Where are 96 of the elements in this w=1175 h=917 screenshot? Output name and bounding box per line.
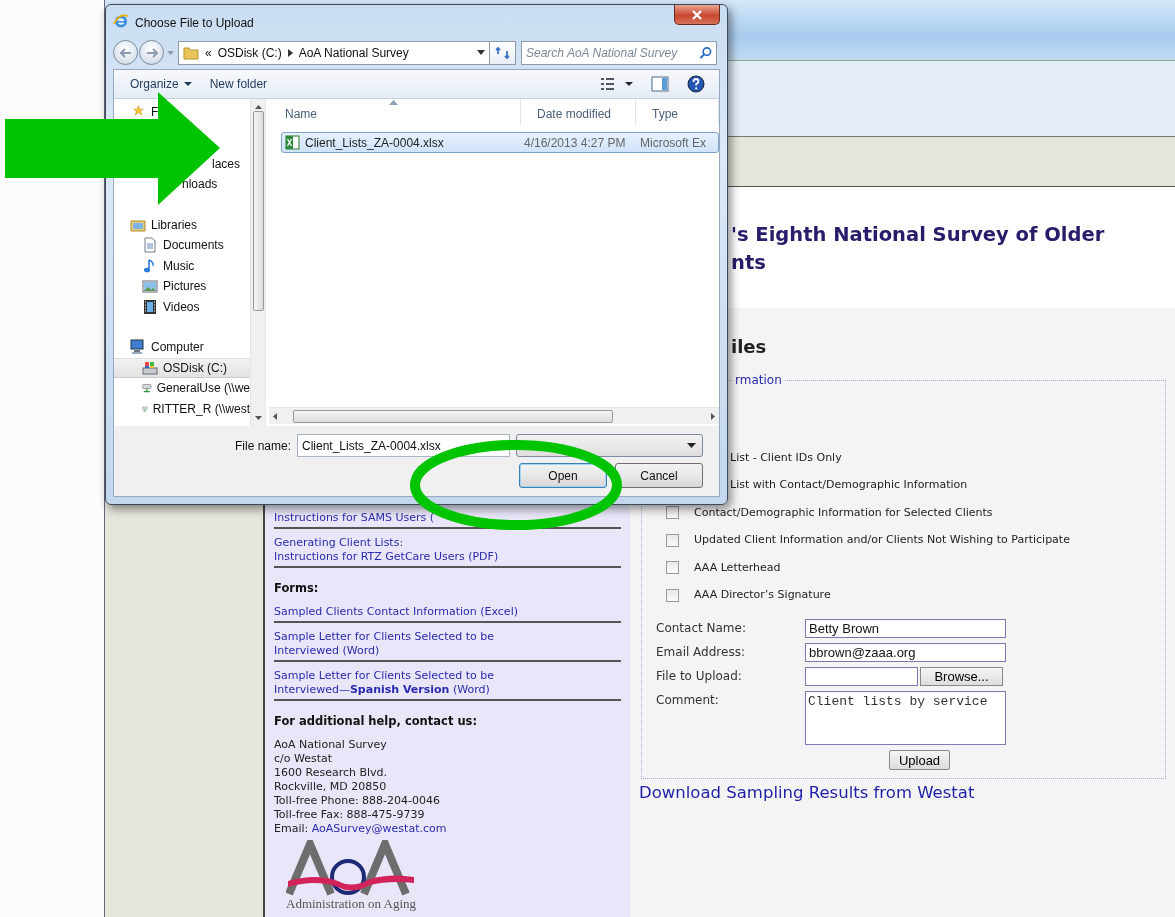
scroll-up-icon[interactable] xyxy=(254,105,262,109)
checkbox[interactable] xyxy=(666,561,679,575)
star-icon xyxy=(133,105,144,117)
scrollbar[interactable] xyxy=(269,407,719,424)
refresh-icon xyxy=(494,45,511,60)
nav-item[interactable]: Computer xyxy=(114,337,250,358)
breadcrumb-overflow[interactable]: « xyxy=(205,43,212,62)
menu-button[interactable]: Organize xyxy=(124,75,198,93)
logo-caption: Administration on Aging xyxy=(286,896,416,911)
option-label: List - Client IDs Only xyxy=(730,449,842,466)
dialog-title: Choose File to Upload xyxy=(135,15,254,32)
help-icon xyxy=(687,75,705,93)
scroll-down-icon[interactable] xyxy=(254,416,262,420)
pane-icon xyxy=(651,76,669,92)
caret-icon xyxy=(183,82,192,86)
field-label: Comment: xyxy=(656,692,720,709)
nav-item[interactable]: GeneralUse (\\we xyxy=(114,378,250,399)
sidebar-heading: For additional help, contact us: xyxy=(274,714,478,728)
option-label: Contact/Demographic Information for Selected Clients xyxy=(694,504,993,521)
comment-field[interactable]: Client lists by service xyxy=(805,691,1006,745)
option-label: AAA Director’s Signature xyxy=(694,587,831,603)
file-row[interactable]: Client_Lists_ZA-0004.xlsx 4/16/2013 4:27 PM Microsoft Ex xyxy=(281,132,719,153)
scroll-right-icon[interactable] xyxy=(711,412,715,420)
list-view-icon xyxy=(601,78,633,90)
text-field[interactable]: bbrown@zaaa.org xyxy=(805,643,1006,662)
section-title: iles xyxy=(731,336,768,358)
nav-item[interactable]: RITTER_R (\\west xyxy=(114,398,250,419)
nav-item[interactable]: Libraries xyxy=(114,214,250,235)
sidebar-link[interactable]: Sample Letter for Clients Selected to be Interviewed (Word) xyxy=(274,630,621,658)
file-path-field[interactable] xyxy=(805,667,918,686)
right-arrow-icon xyxy=(145,47,158,58)
image-icon xyxy=(142,278,158,295)
column-header[interactable]: Name xyxy=(269,99,521,125)
file-name: Client_Lists_ZA-0004.xlsx xyxy=(305,134,444,152)
upload-button[interactable]: Upload xyxy=(889,750,950,770)
contact-address: AoA National Survey c/o Westat 1600 Research Blvd. Rockville, MD 20850 Toll-free Phone: 888-204-0046 Toll-free Fax: 888-475-9739 Email: AoASurvey@westat.com xyxy=(274,738,448,836)
page-heading: nts xyxy=(731,250,767,276)
nav-item[interactable]: Documents xyxy=(114,235,250,256)
nav-item[interactable]: F xyxy=(151,103,159,122)
file-type: Microsoft Ex xyxy=(640,134,706,152)
nav-item[interactable]: Videos xyxy=(114,296,250,317)
sidebar-heading: Forms: xyxy=(274,581,320,595)
caret-icon xyxy=(477,50,485,55)
sidebar-link[interactable]: Sample Letter for Clients Selected to be Interviewed—Spanish Version (Word) xyxy=(274,669,621,697)
option-label: List with Contact/Demographic Information xyxy=(730,477,968,493)
caret-icon xyxy=(687,443,696,448)
toolbar-button[interactable]: New folder xyxy=(203,75,274,93)
checkbox[interactable] xyxy=(666,506,679,520)
nav-item[interactable]: Pictures xyxy=(114,276,250,297)
search-field[interactable]: Search AoA National Survey xyxy=(521,40,717,65)
checkbox[interactable] xyxy=(666,533,679,547)
option-label: Updated Client Information and/or Clients Not Wishing to Participate xyxy=(694,532,1070,548)
email-link[interactable]: AoASurvey@westat.com xyxy=(311,822,447,835)
back-button[interactable] xyxy=(113,40,138,65)
field-label: File to Upload: xyxy=(656,668,743,685)
spreadsheet-icon xyxy=(285,135,300,150)
film-icon xyxy=(142,298,158,315)
scroll-left-icon[interactable] xyxy=(273,412,277,420)
nav-item[interactable]: OSDisk (C:) xyxy=(114,357,250,378)
checkbox[interactable] xyxy=(666,588,679,602)
computer-icon xyxy=(130,339,146,356)
close-button[interactable] xyxy=(674,5,720,25)
breadcrumb-segment[interactable]: AoA National Survey xyxy=(298,43,409,62)
left-arrow-icon xyxy=(119,47,132,58)
column-header[interactable]: Type xyxy=(636,99,719,125)
drive-icon xyxy=(142,359,158,376)
nav-item[interactable]: laces xyxy=(212,154,240,173)
cancel-button[interactable]: Cancel xyxy=(615,463,703,488)
option-label: AAA Letterhead xyxy=(694,559,781,576)
download-link[interactable]: Download Sampling Results from Westat xyxy=(639,781,975,806)
caret-icon[interactable] xyxy=(167,50,174,55)
close-icon xyxy=(691,9,703,20)
forward-button[interactable] xyxy=(139,40,164,65)
document-icon xyxy=(142,237,158,254)
browse-button[interactable]: Browse... xyxy=(920,667,1003,686)
nav-item[interactable]: Music xyxy=(114,255,250,276)
refresh-button[interactable] xyxy=(490,40,516,65)
scrollbar[interactable] xyxy=(250,99,265,426)
field-label: Contact Name: xyxy=(656,620,747,637)
file-name-label: File name: xyxy=(233,437,292,455)
browser-icon xyxy=(113,13,129,29)
sidebar-link[interactable]: Instructions for SAMS Users ( xyxy=(274,511,621,525)
breadcrumb-segment[interactable]: OSDisk (C:) xyxy=(217,43,282,62)
chevron-icon xyxy=(287,48,293,57)
sidebar-link[interactable]: Generating Client Lists: Instructions for RTZ GetCare Users (PDF) xyxy=(274,536,621,564)
page-heading: 's Eighth National Survey of Older xyxy=(731,222,1106,248)
column-header[interactable]: Date modified xyxy=(521,99,636,125)
fieldset-legend: rmation xyxy=(732,374,785,386)
field-label: Email Address: xyxy=(656,644,746,661)
address-bar[interactable]: « OSDisk (C:) AoA National Survey xyxy=(178,40,490,65)
nav-item[interactable]: nloads xyxy=(182,175,218,194)
text-field[interactable]: Betty Brown xyxy=(805,619,1006,638)
open-button[interactable]: Open xyxy=(519,463,607,488)
file-date: 4/16/2013 4:27 PM xyxy=(523,134,627,152)
sidebar-link[interactable]: Sampled Clients Contact Information (Excel) xyxy=(274,605,621,619)
search-icon xyxy=(699,45,712,60)
